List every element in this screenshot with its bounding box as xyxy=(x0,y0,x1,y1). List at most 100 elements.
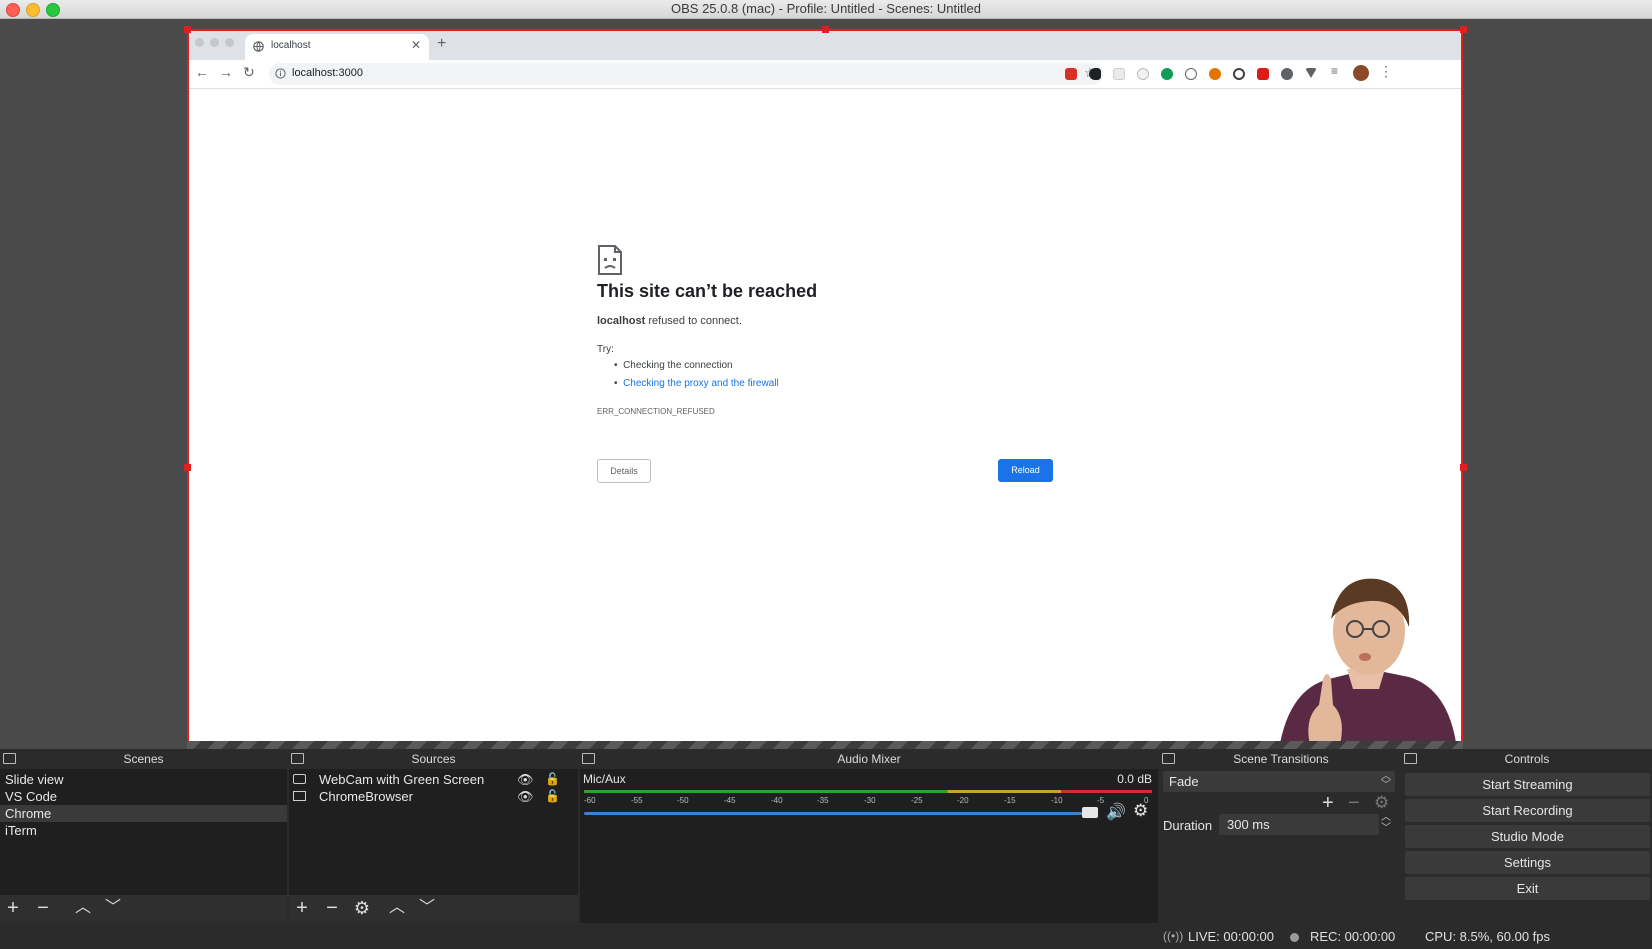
mixer-body: Mic/Aux 0.0 dB -60 -55 -50 -45 -40 -35 -30 -25 -… xyxy=(580,769,1158,923)
back-icon[interactable]: ← xyxy=(195,64,209,80)
extension-icon[interactable] xyxy=(1065,68,1077,80)
scenes-header: Scenes xyxy=(0,749,287,769)
reload-button[interactable]: Reload xyxy=(998,459,1053,482)
visibility-eye-icon[interactable]: 👁 xyxy=(517,788,534,805)
meter-tick-label: -10 xyxy=(1051,796,1063,805)
undock-icon[interactable] xyxy=(1162,753,1175,764)
scenes-list[interactable]: Slide view VS Code Chrome iTerm xyxy=(0,769,287,895)
extension-icon[interactable] xyxy=(1137,68,1149,80)
sad-page-icon xyxy=(597,244,623,281)
add-source-icon[interactable]: + xyxy=(289,895,315,921)
new-tab-icon[interactable]: + xyxy=(437,35,446,53)
duration-input[interactable]: 300 ms xyxy=(1219,814,1379,835)
studio-mode-button[interactable]: Studio Mode xyxy=(1405,825,1650,848)
address-bar[interactable]: localhost:3000 ☆ xyxy=(269,63,1103,85)
undock-icon[interactable] xyxy=(1404,753,1417,764)
forward-icon[interactable]: → xyxy=(219,64,233,80)
meter-tick-label: -5 xyxy=(1097,796,1105,805)
volume-slider-track[interactable] xyxy=(584,812,1084,815)
extension-icon[interactable] xyxy=(1185,68,1197,80)
chrome-zoom-dot[interactable] xyxy=(225,38,234,47)
move-up-icon[interactable]: ︿ xyxy=(70,895,96,921)
add-transition-icon[interactable]: + xyxy=(1322,792,1334,815)
extension-icon[interactable] xyxy=(1161,68,1173,80)
scene-item-selected[interactable]: Chrome xyxy=(0,805,287,822)
extension-icon[interactable] xyxy=(1233,68,1245,80)
speaker-icon[interactable]: 🔊 xyxy=(1106,802,1126,822)
mixer-gear-icon[interactable]: ⚙ xyxy=(1133,801,1148,821)
undock-icon[interactable] xyxy=(291,753,304,764)
resize-handle[interactable] xyxy=(1460,464,1467,471)
extension-icon[interactable] xyxy=(1089,68,1101,80)
move-down-icon[interactable]: ﹀ xyxy=(414,895,440,921)
exit-button[interactable]: Exit xyxy=(1405,877,1650,900)
add-scene-icon[interactable]: + xyxy=(0,895,26,921)
transitions-header: Scene Transitions xyxy=(1160,749,1402,769)
extension-icon[interactable] xyxy=(1113,68,1125,80)
tab-close-icon[interactable]: ✕ xyxy=(411,38,421,52)
controls-title: Controls xyxy=(1504,752,1550,766)
resize-handle[interactable] xyxy=(822,26,829,33)
profile-avatar[interactable] xyxy=(1353,65,1369,81)
remove-transition-icon[interactable]: − xyxy=(1348,792,1360,815)
move-down-icon[interactable]: ﹀ xyxy=(100,895,126,921)
settings-button[interactable]: Settings xyxy=(1405,851,1650,874)
resize-handle[interactable] xyxy=(1460,26,1467,33)
remove-scene-icon[interactable]: − xyxy=(30,895,56,921)
extension-icon[interactable] xyxy=(1281,68,1293,80)
mixer-channel-name: Mic/Aux xyxy=(583,772,626,786)
duration-value: 300 ms xyxy=(1227,817,1270,832)
start-streaming-button[interactable]: Start Streaming xyxy=(1405,773,1650,796)
suggestion-link-text[interactable]: Checking the proxy and the firewall xyxy=(623,378,779,389)
media-queue-icon[interactable]: ≡ xyxy=(1331,64,1338,78)
preview-hatch xyxy=(187,741,1463,749)
resize-handle[interactable] xyxy=(184,26,191,33)
scene-item[interactable]: Slide view xyxy=(0,771,287,788)
chrome-min-dot[interactable] xyxy=(210,38,219,47)
preview-canvas[interactable]: localhost ✕ + ← → ↻ localhost:3000 ☆ ≡ ⋮… xyxy=(187,29,1463,748)
move-up-icon[interactable]: ︿ xyxy=(384,895,410,921)
undock-icon[interactable] xyxy=(3,753,16,764)
sources-list[interactable]: WebCam with Green Screen 👁 🔓 ChromeBrows… xyxy=(289,769,578,895)
meter-tick-label: -15 xyxy=(1004,796,1016,805)
live-time: LIVE: 00:00:00 xyxy=(1188,929,1275,944)
scene-item[interactable]: iTerm xyxy=(0,822,287,839)
volume-slider-handle[interactable] xyxy=(1082,807,1098,818)
meter-tick-label: -55 xyxy=(631,796,643,805)
remove-source-icon[interactable]: − xyxy=(319,895,345,921)
webcam-source[interactable] xyxy=(1259,569,1463,748)
start-recording-button[interactable]: Start Recording xyxy=(1405,799,1650,822)
suggestion-link[interactable]: • Checking the proxy and the firewall xyxy=(614,378,779,389)
sources-title: Sources xyxy=(411,752,456,766)
source-label: ChromeBrowser xyxy=(319,789,413,804)
info-icon[interactable] xyxy=(275,68,286,79)
undock-icon[interactable] xyxy=(582,753,595,764)
source-properties-gear-icon[interactable]: ⚙ xyxy=(349,895,375,921)
transition-select[interactable]: Fade ︿ ﹀ xyxy=(1163,771,1395,792)
extension-icon[interactable] xyxy=(1209,68,1221,80)
sources-header: Sources xyxy=(289,749,578,769)
mixer-header: Audio Mixer xyxy=(580,749,1158,769)
duration-stepper-icon[interactable]: ︿ ﹀ xyxy=(1381,812,1391,834)
try-label: Try: xyxy=(597,344,614,355)
lock-icon[interactable]: 🔓 xyxy=(545,788,560,805)
source-item[interactable]: WebCam with Green Screen 👁 🔓 xyxy=(289,771,578,788)
source-item[interactable]: ChromeBrowser 👁 🔓 xyxy=(289,788,578,805)
lock-icon[interactable]: 🔓 xyxy=(545,771,560,788)
details-button[interactable]: Details xyxy=(597,459,651,483)
transitions-title: Scene Transitions xyxy=(1233,752,1329,766)
transition-gear-icon[interactable]: ⚙ xyxy=(1374,793,1389,813)
visibility-eye-icon[interactable]: 👁 xyxy=(517,771,534,788)
window-capture-icon xyxy=(293,791,306,801)
chrome-tab[interactable]: localhost ✕ xyxy=(245,34,429,60)
chrome-close-dot[interactable] xyxy=(195,38,204,47)
resize-handle[interactable] xyxy=(184,464,191,471)
reload-icon[interactable]: ↻ xyxy=(243,64,255,81)
globe-icon xyxy=(253,41,264,52)
extension-icon[interactable] xyxy=(1257,68,1269,80)
scene-item[interactable]: VS Code xyxy=(0,788,287,805)
error-host: localhost xyxy=(597,315,646,327)
record-dot-icon xyxy=(1290,933,1299,942)
extension-icon[interactable] xyxy=(1305,68,1317,78)
chrome-menu-icon[interactable]: ⋮ xyxy=(1379,63,1393,80)
